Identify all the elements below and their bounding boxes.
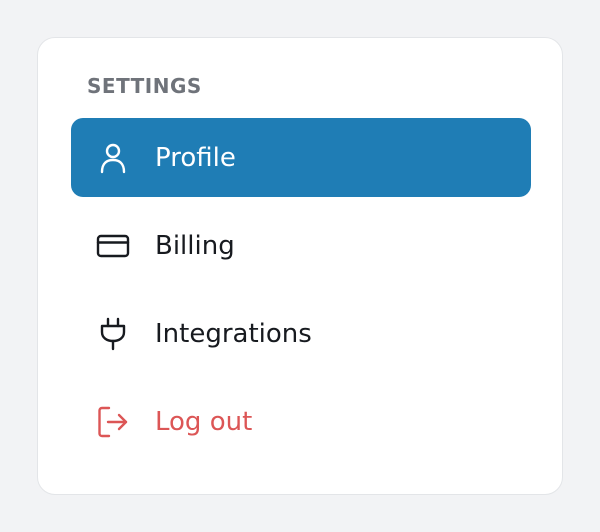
menu-item-label: Integrations — [155, 318, 312, 349]
menu-item-label: Billing — [155, 230, 235, 261]
menu-item-profile[interactable]: Profile — [71, 118, 531, 197]
user-icon — [95, 140, 131, 176]
menu-item-label: Log out — [155, 406, 253, 437]
plug-icon — [95, 316, 131, 352]
menu-item-integrations[interactable]: Integrations — [71, 294, 531, 373]
credit-card-icon — [95, 228, 131, 264]
menu-item-billing[interactable]: Billing — [71, 206, 531, 285]
menu-item-label: Profile — [155, 142, 236, 173]
menu-item-logout[interactable]: Log out — [71, 382, 531, 461]
settings-card: SETTINGS Profile Billing Integrations Lo… — [37, 37, 563, 495]
logout-icon — [95, 404, 131, 440]
settings-section-title: SETTINGS — [87, 74, 202, 98]
